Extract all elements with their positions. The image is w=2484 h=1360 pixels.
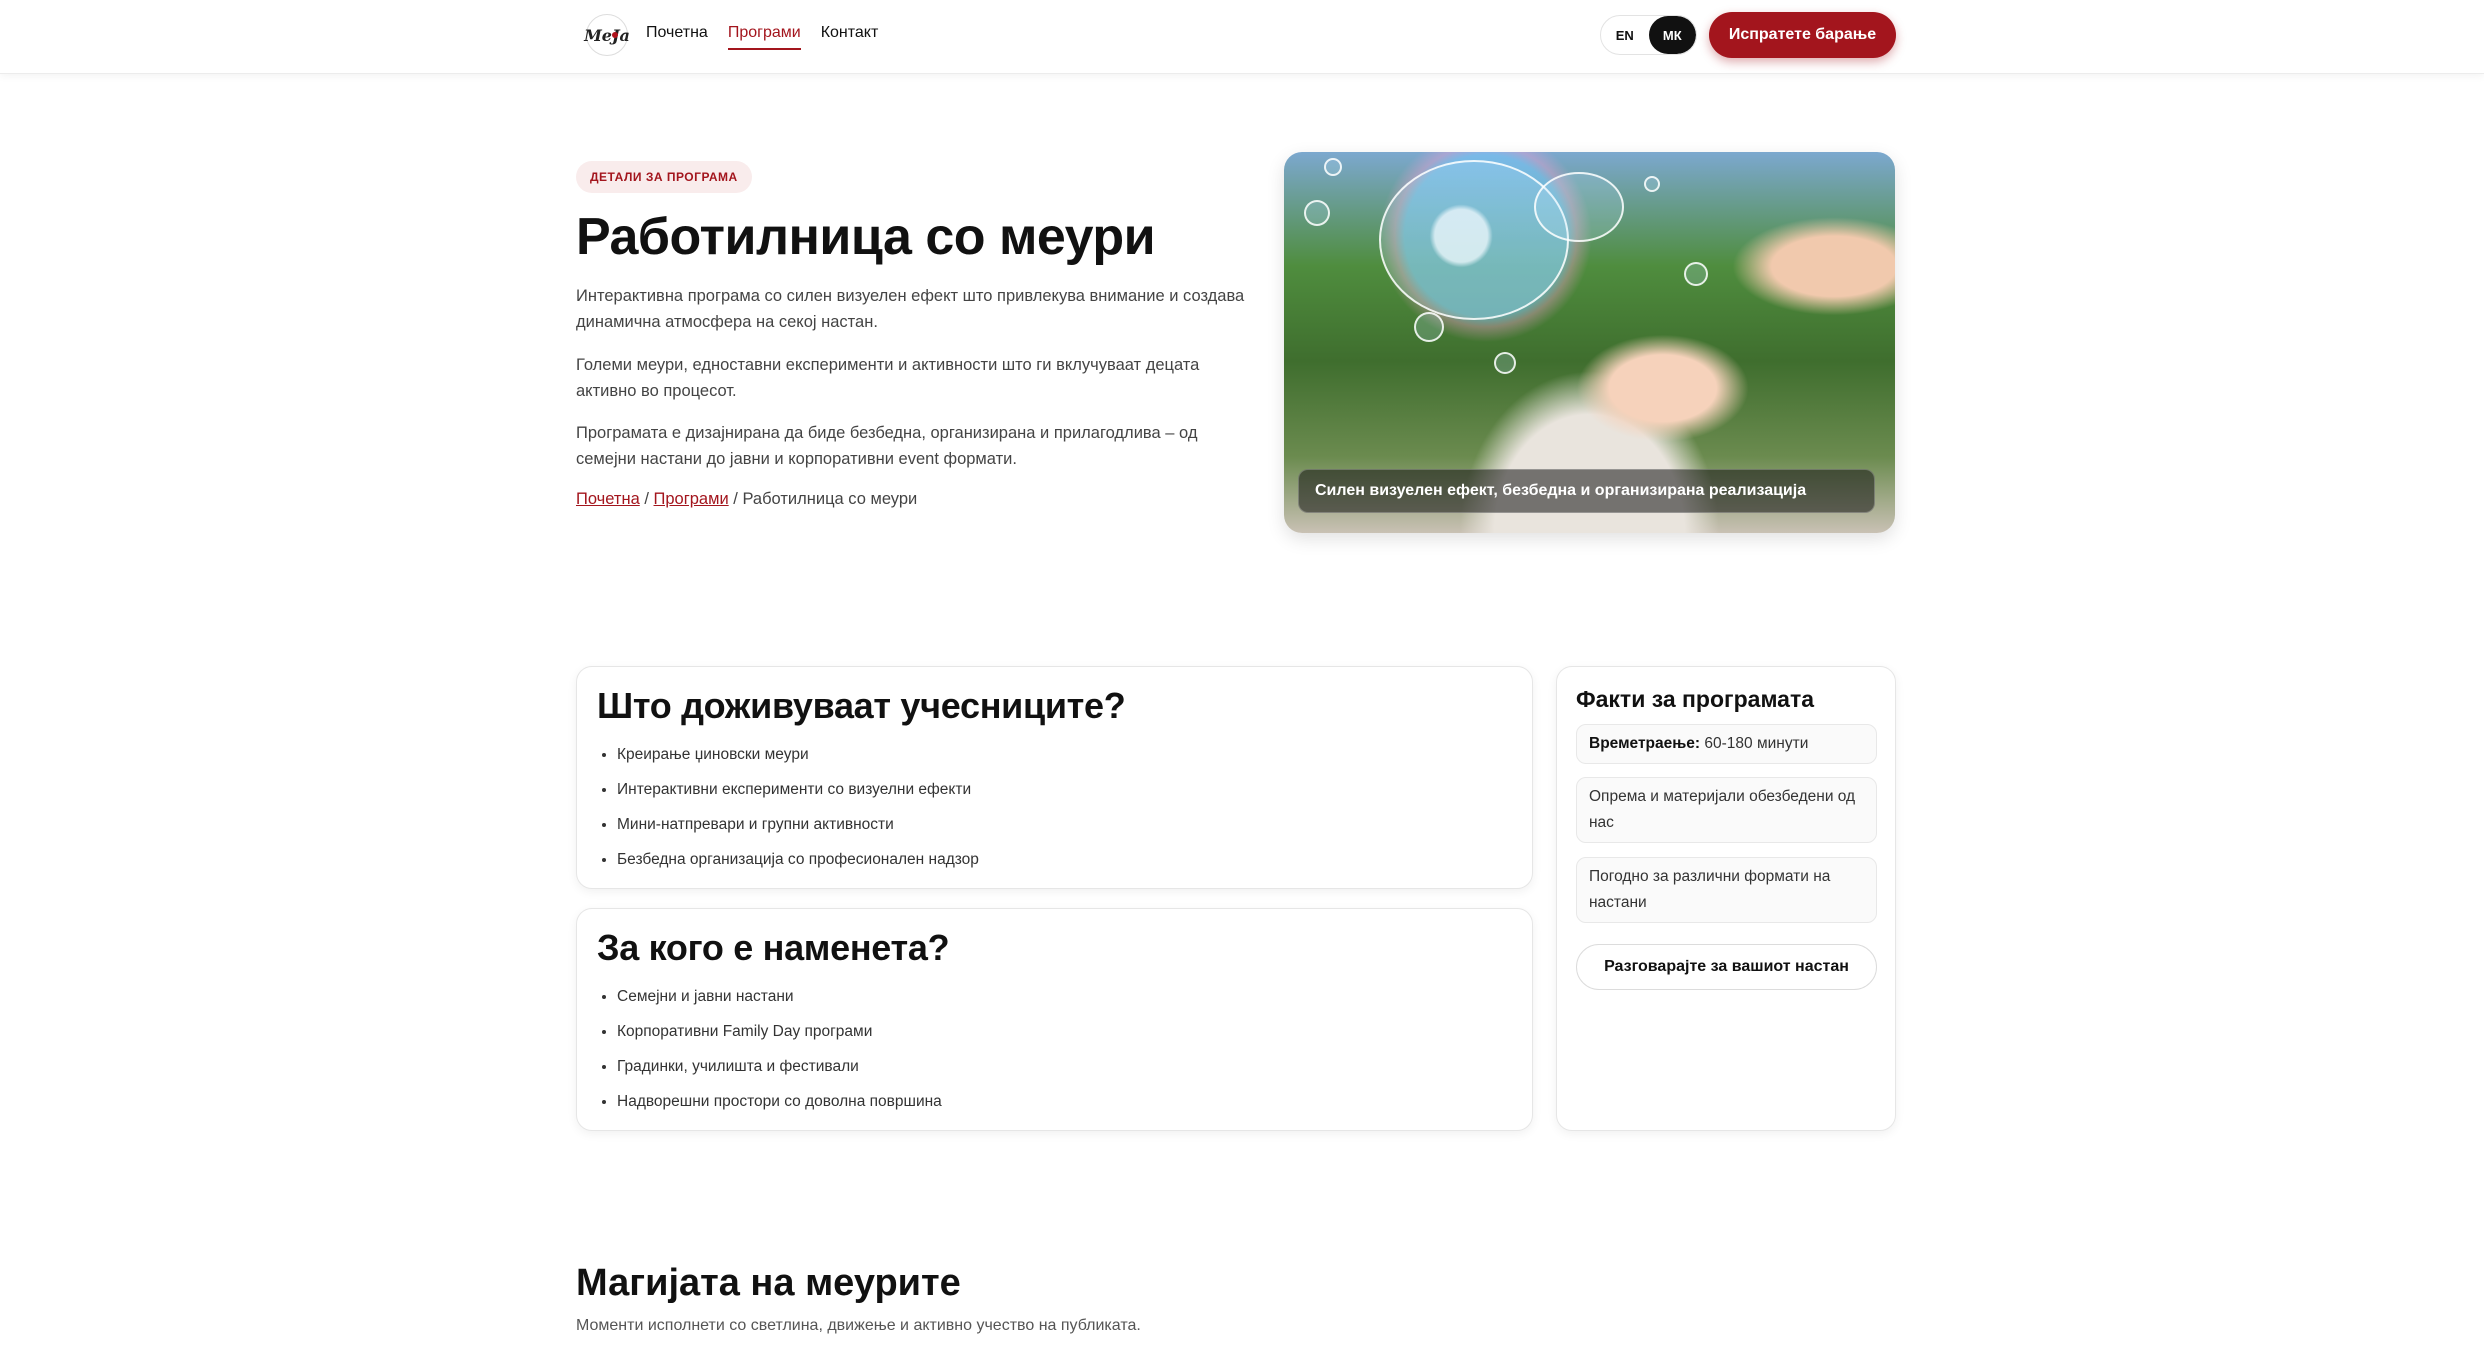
breadcrumb-separator: / <box>639 490 654 508</box>
facts-title: Факти за програмата <box>1576 686 1815 712</box>
bubble-shape <box>1324 158 1342 176</box>
site-header: MeJa Почетна Програми Контакт EN МК Испр… <box>0 0 2484 74</box>
program-details-badge: ДЕТАЛИ ЗА ПРОГРАМА <box>576 161 752 193</box>
breadcrumb-home-link[interactable]: Почетна <box>576 490 640 508</box>
hero-paragraph-1: Интерактивна програма со силен визуелен … <box>576 287 1245 331</box>
audience-list: Семејни и јавни настани Корпоративни Fam… <box>617 979 942 1119</box>
main-nav: Почетна Програми Контакт <box>646 24 878 50</box>
bubble-shape <box>1494 352 1516 374</box>
fact-formats: Погодно за различни формати на настани <box>1576 857 1877 923</box>
nav-item-programs[interactable]: Програми <box>727 24 801 50</box>
hero-image-bubbles: Силен визуелен ефект, безбедна и организ… <box>1284 152 1895 533</box>
nav-item-home[interactable]: Почетна <box>646 24 708 50</box>
section-title-magic: Магијата на меурите <box>576 1262 961 1304</box>
audience-title: За кого е наменета? <box>597 927 950 968</box>
bubble-shape <box>1644 176 1660 192</box>
logo-text: MeJa <box>584 25 630 45</box>
breadcrumb-programs-link[interactable]: Програми <box>654 490 729 508</box>
hero-paragraph-2: Големи меури, едноставни експерименти и … <box>576 356 1200 400</box>
audience-card: За кого е наменета? Семејни и јавни наст… <box>576 908 1533 1131</box>
list-item: Корпоративни Family Day програми <box>617 1014 942 1049</box>
experience-card: Што доживуваат учесниците? Креирање џино… <box>576 666 1533 889</box>
bubble-shape <box>1684 262 1708 286</box>
facts-card: Факти за програмата Времетраење: 60-180 … <box>1556 666 1896 1131</box>
hero-paragraph-3: Програмата е дизајнирана да биде безбедн… <box>576 424 1198 468</box>
language-switcher: EN МК <box>1600 15 1697 55</box>
lang-en-button[interactable]: EN <box>1601 16 1649 54</box>
list-item: Мини-натпревари и групни активности <box>617 807 979 842</box>
fact-equipment: Опрема и материјали обезбедени од нас <box>1576 777 1877 843</box>
send-request-button[interactable]: Испратете барање <box>1709 12 1896 58</box>
nav-item-contact[interactable]: Контакт <box>821 24 879 50</box>
page-title: Работилница со меури <box>576 208 1156 266</box>
list-item: Креирање џиновски меури <box>617 737 979 772</box>
bubble-shape <box>1304 200 1330 226</box>
bubble-shape <box>1414 312 1444 342</box>
logo-dot-icon <box>612 32 618 38</box>
lang-mk-button[interactable]: МК <box>1648 16 1696 54</box>
list-item: Интерактивни експерименти со визуелни еф… <box>617 772 979 807</box>
list-item: Семејни и јавни настани <box>617 979 942 1014</box>
bubble-shape <box>1534 172 1624 242</box>
list-item: Градинки, училишта и фестивали <box>617 1049 942 1084</box>
discuss-event-button[interactable]: Разговарајте за вашиот настан <box>1576 944 1877 990</box>
list-item: Безбедна организација со професионален н… <box>617 842 979 877</box>
fact-duration-label: Времетраење: <box>1589 735 1701 752</box>
breadcrumb-separator: / <box>728 490 743 508</box>
experience-title: Што доживуваат учесниците? <box>597 685 1126 726</box>
experience-list: Креирање џиновски меури Интерактивни екс… <box>617 737 979 877</box>
breadcrumb-current: Работилница со меури <box>742 490 918 508</box>
list-item: Надворешни простори со доволна површина <box>617 1084 942 1119</box>
fact-duration-value: 60-180 минути <box>1700 735 1809 752</box>
fact-duration: Времетраење: 60-180 минути <box>1576 724 1877 764</box>
image-caption: Силен визуелен ефект, безбедна и организ… <box>1298 469 1875 513</box>
bubble-shape <box>1379 160 1569 320</box>
breadcrumb: Почетна / Програми / Работилница со меур… <box>576 490 917 509</box>
section-subtitle-magic: Моменти исполнети со светлина, движење и… <box>576 1317 1141 1334</box>
logo[interactable]: MeJa <box>584 14 630 56</box>
